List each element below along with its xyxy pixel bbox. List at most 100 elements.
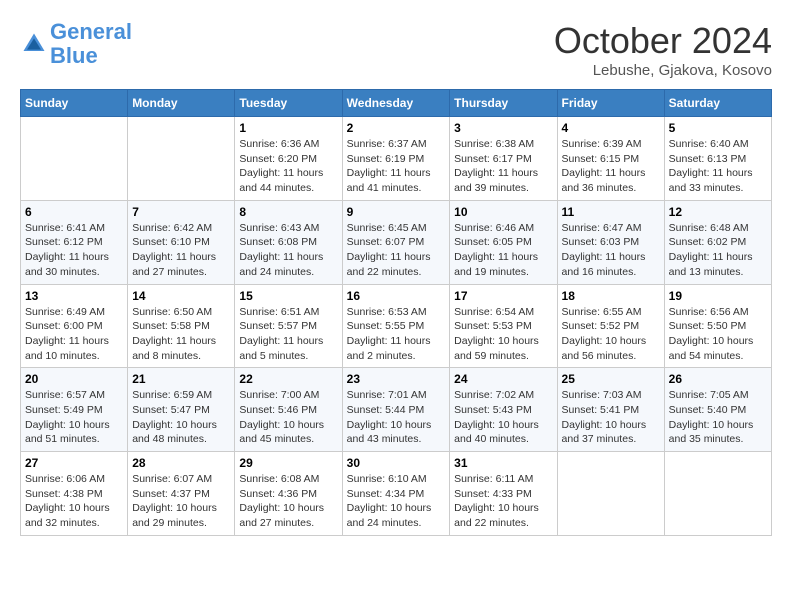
calendar-cell: 5 Sunrise: 6:40 AM Sunset: 6:13 PM Daylig…: [664, 117, 771, 201]
calendar-week-row: 13 Sunrise: 6:49 AM Sunset: 6:00 PM Dayli…: [21, 284, 772, 368]
day-number: 25: [562, 372, 660, 386]
calendar-cell: 9 Sunrise: 6:45 AM Sunset: 6:07 PM Daylig…: [342, 200, 450, 284]
logo-icon: [20, 30, 48, 58]
calendar-cell: 22 Sunrise: 7:00 AM Sunset: 5:46 PM Dayli…: [235, 368, 342, 452]
day-number: 24: [454, 372, 552, 386]
calendar-cell: 20 Sunrise: 6:57 AM Sunset: 5:49 PM Dayli…: [21, 368, 128, 452]
day-number: 5: [669, 121, 767, 135]
calendar-cell: 10 Sunrise: 6:46 AM Sunset: 6:05 PM Dayli…: [450, 200, 557, 284]
calendar-week-row: 27 Sunrise: 6:06 AM Sunset: 4:38 PM Dayli…: [21, 452, 772, 536]
month-title: October 2024: [554, 20, 772, 62]
location-title: Lebushe, Gjakova, Kosovo: [554, 62, 772, 79]
calendar-cell: 25Sunrise: 7:03 AM Sunset: 5:41 PM Dayli…: [557, 368, 664, 452]
day-number: 23: [347, 372, 446, 386]
day-number: 22: [239, 372, 337, 386]
calendar-cell: 1 Sunrise: 6:36 AM Sunset: 6:20 PM Daylig…: [235, 117, 342, 201]
day-number: 20: [25, 372, 123, 386]
weekday-header: Tuesday: [235, 90, 342, 117]
calendar-cell: 24 Sunrise: 7:02 AM Sunset: 5:43 PM Dayli…: [450, 368, 557, 452]
logo: General Blue: [20, 20, 132, 68]
weekday-header: Friday: [557, 90, 664, 117]
day-detail: Sunrise: 6:40 AM Sunset: 6:13 PM Dayligh…: [669, 137, 767, 196]
calendar-cell: 18 Sunrise: 6:55 AM Sunset: 5:52 PM Dayli…: [557, 284, 664, 368]
title-block: October 2024 Lebushe, Gjakova, Kosovo: [554, 20, 772, 79]
page-header: General Blue October 2024 Lebushe, Gjako…: [20, 20, 772, 79]
day-detail: Sunrise: 6:10 AM Sunset: 4:34 PM Dayligh…: [347, 472, 446, 531]
day-detail: Sunrise: 6:47 AM Sunset: 6:03 PM Dayligh…: [562, 221, 660, 280]
calendar-cell: 16Sunrise: 6:53 AM Sunset: 5:55 PM Dayli…: [342, 284, 450, 368]
calendar-cell: 12Sunrise: 6:48 AM Sunset: 6:02 PM Dayli…: [664, 200, 771, 284]
weekday-header: Thursday: [450, 90, 557, 117]
day-number: 2: [347, 121, 446, 135]
calendar-cell: 4 Sunrise: 6:39 AM Sunset: 6:15 PM Daylig…: [557, 117, 664, 201]
day-detail: Sunrise: 6:59 AM Sunset: 5:47 PM Dayligh…: [132, 388, 230, 447]
day-detail: Sunrise: 6:38 AM Sunset: 6:17 PM Dayligh…: [454, 137, 552, 196]
day-number: 17: [454, 289, 552, 303]
day-number: 27: [25, 456, 123, 470]
day-number: 14: [132, 289, 230, 303]
weekday-header: Wednesday: [342, 90, 450, 117]
day-number: 16: [347, 289, 446, 303]
calendar-cell: 15Sunrise: 6:51 AM Sunset: 5:57 PM Dayli…: [235, 284, 342, 368]
day-detail: Sunrise: 7:01 AM Sunset: 5:44 PM Dayligh…: [347, 388, 446, 447]
calendar-cell: [21, 117, 128, 201]
calendar-cell: 21 Sunrise: 6:59 AM Sunset: 5:47 PM Dayli…: [128, 368, 235, 452]
day-number: 13: [25, 289, 123, 303]
logo-line2: Blue: [50, 43, 98, 68]
day-detail: Sunrise: 7:05 AM Sunset: 5:40 PM Dayligh…: [669, 388, 767, 447]
day-detail: Sunrise: 6:57 AM Sunset: 5:49 PM Dayligh…: [25, 388, 123, 447]
day-detail: Sunrise: 6:08 AM Sunset: 4:36 PM Dayligh…: [239, 472, 337, 531]
logo-line1: General: [50, 19, 132, 44]
calendar-cell: [664, 452, 771, 536]
day-detail: Sunrise: 6:46 AM Sunset: 6:05 PM Dayligh…: [454, 221, 552, 280]
day-number: 9: [347, 205, 446, 219]
day-detail: Sunrise: 6:41 AM Sunset: 6:12 PM Dayligh…: [25, 221, 123, 280]
day-number: 6: [25, 205, 123, 219]
calendar-header-row: SundayMondayTuesdayWednesdayThursdayFrid…: [21, 90, 772, 117]
weekday-header: Saturday: [664, 90, 771, 117]
day-detail: Sunrise: 6:36 AM Sunset: 6:20 PM Dayligh…: [239, 137, 337, 196]
calendar-cell: 23 Sunrise: 7:01 AM Sunset: 5:44 PM Dayli…: [342, 368, 450, 452]
calendar-cell: 3 Sunrise: 6:38 AM Sunset: 6:17 PM Daylig…: [450, 117, 557, 201]
day-detail: Sunrise: 6:49 AM Sunset: 6:00 PM Dayligh…: [25, 305, 123, 364]
calendar-cell: 30 Sunrise: 6:10 AM Sunset: 4:34 PM Dayli…: [342, 452, 450, 536]
day-detail: Sunrise: 7:02 AM Sunset: 5:43 PM Dayligh…: [454, 388, 552, 447]
calendar-cell: 26 Sunrise: 7:05 AM Sunset: 5:40 PM Dayli…: [664, 368, 771, 452]
day-number: 19: [669, 289, 767, 303]
day-detail: Sunrise: 6:56 AM Sunset: 5:50 PM Dayligh…: [669, 305, 767, 364]
day-number: 10: [454, 205, 552, 219]
weekday-header: Sunday: [21, 90, 128, 117]
calendar-cell: [557, 452, 664, 536]
day-detail: Sunrise: 7:00 AM Sunset: 5:46 PM Dayligh…: [239, 388, 337, 447]
day-detail: Sunrise: 6:39 AM Sunset: 6:15 PM Dayligh…: [562, 137, 660, 196]
calendar-cell: 27 Sunrise: 6:06 AM Sunset: 4:38 PM Dayli…: [21, 452, 128, 536]
day-number: 3: [454, 121, 552, 135]
calendar-cell: 14 Sunrise: 6:50 AM Sunset: 5:58 PM Dayli…: [128, 284, 235, 368]
day-number: 4: [562, 121, 660, 135]
day-number: 28: [132, 456, 230, 470]
day-detail: Sunrise: 6:06 AM Sunset: 4:38 PM Dayligh…: [25, 472, 123, 531]
calendar-cell: 17Sunrise: 6:54 AM Sunset: 5:53 PM Dayli…: [450, 284, 557, 368]
calendar-cell: 2 Sunrise: 6:37 AM Sunset: 6:19 PM Daylig…: [342, 117, 450, 201]
calendar-cell: [128, 117, 235, 201]
calendar-cell: 8Sunrise: 6:43 AM Sunset: 6:08 PM Daylig…: [235, 200, 342, 284]
day-number: 26: [669, 372, 767, 386]
day-number: 11: [562, 205, 660, 219]
day-number: 21: [132, 372, 230, 386]
day-number: 30: [347, 456, 446, 470]
day-detail: Sunrise: 6:55 AM Sunset: 5:52 PM Dayligh…: [562, 305, 660, 364]
day-detail: Sunrise: 6:37 AM Sunset: 6:19 PM Dayligh…: [347, 137, 446, 196]
day-detail: Sunrise: 6:42 AM Sunset: 6:10 PM Dayligh…: [132, 221, 230, 280]
calendar-week-row: 6 Sunrise: 6:41 AM Sunset: 6:12 PM Daylig…: [21, 200, 772, 284]
day-detail: Sunrise: 6:07 AM Sunset: 4:37 PM Dayligh…: [132, 472, 230, 531]
calendar-week-row: 20 Sunrise: 6:57 AM Sunset: 5:49 PM Dayli…: [21, 368, 772, 452]
day-number: 1: [239, 121, 337, 135]
day-detail: Sunrise: 6:43 AM Sunset: 6:08 PM Dayligh…: [239, 221, 337, 280]
calendar-cell: 7Sunrise: 6:42 AM Sunset: 6:10 PM Daylig…: [128, 200, 235, 284]
calendar-cell: 13 Sunrise: 6:49 AM Sunset: 6:00 PM Dayli…: [21, 284, 128, 368]
day-detail: Sunrise: 6:50 AM Sunset: 5:58 PM Dayligh…: [132, 305, 230, 364]
day-detail: Sunrise: 6:45 AM Sunset: 6:07 PM Dayligh…: [347, 221, 446, 280]
day-number: 31: [454, 456, 552, 470]
day-number: 15: [239, 289, 337, 303]
day-number: 18: [562, 289, 660, 303]
